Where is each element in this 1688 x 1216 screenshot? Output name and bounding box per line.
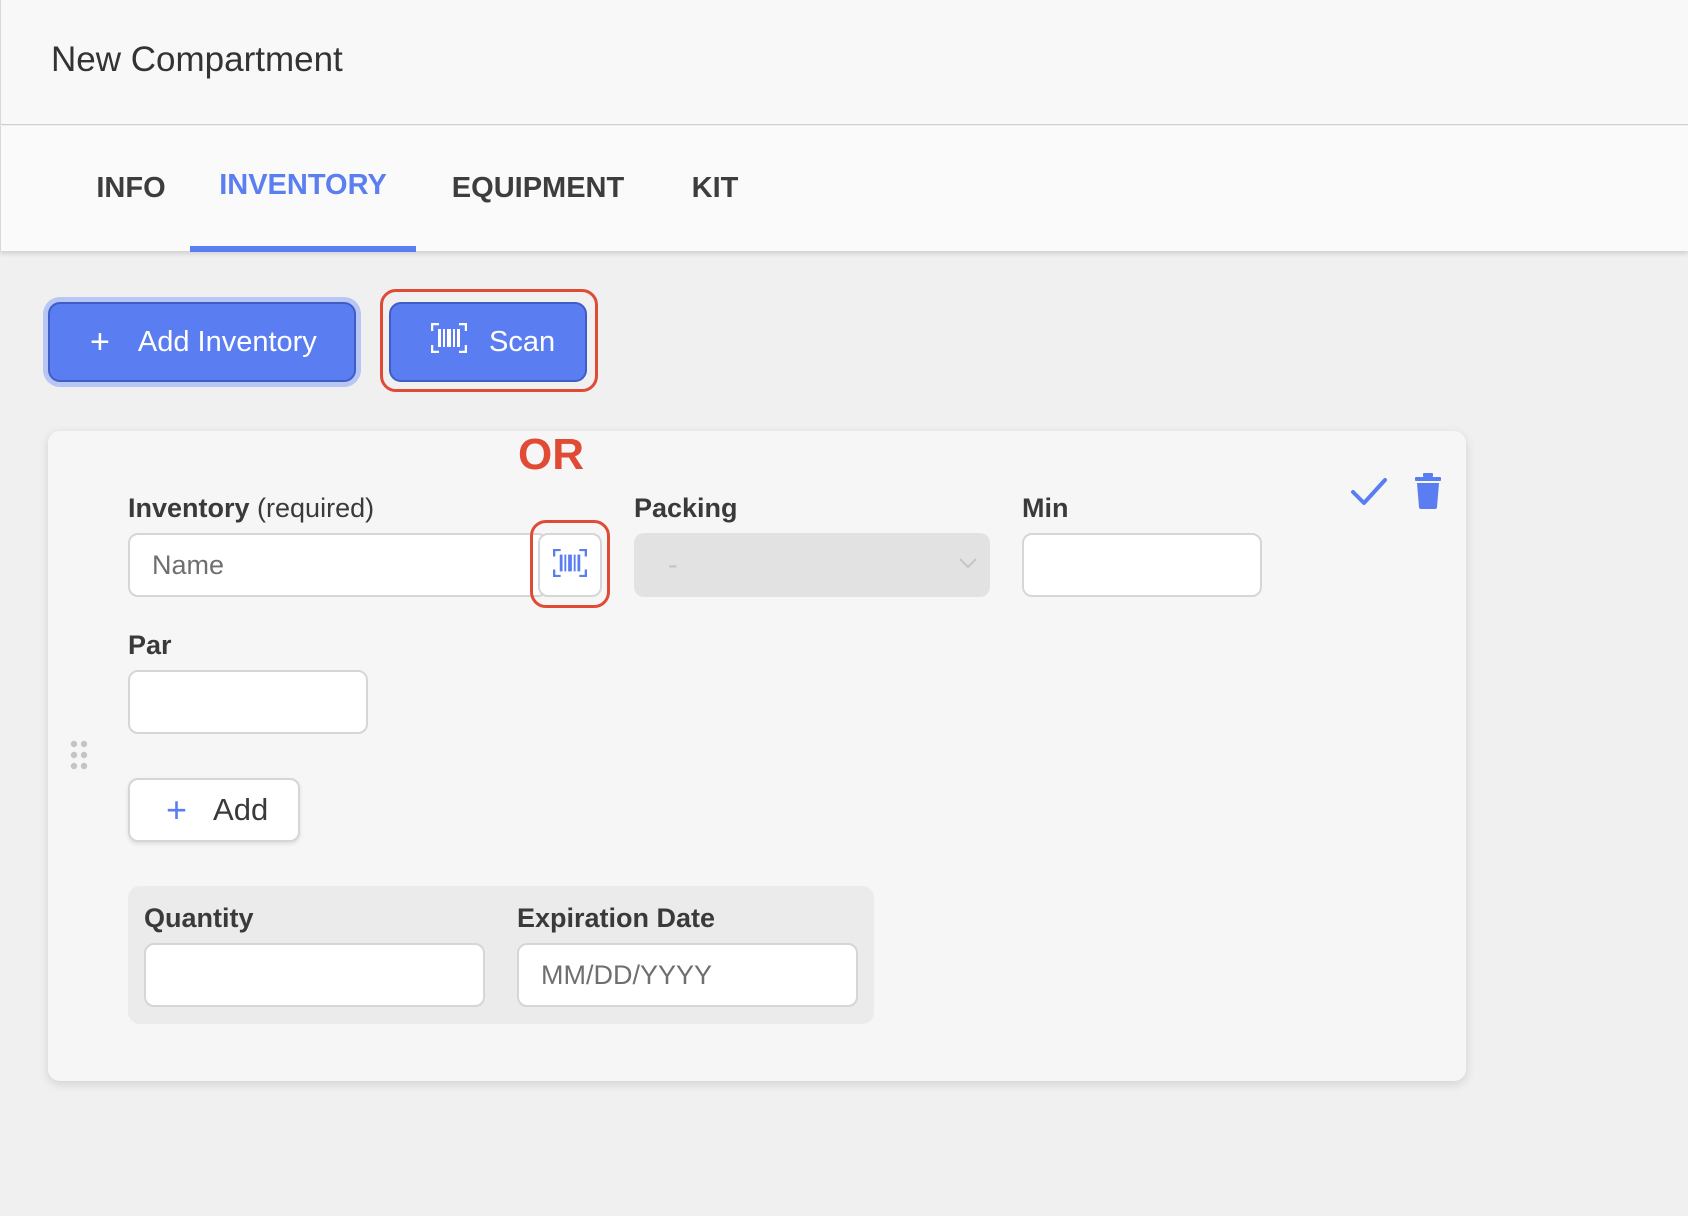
barcode-button-highlight — [530, 520, 610, 608]
packing-value: - — [668, 549, 678, 581]
expiration-date-input[interactable]: MM/DD/YYYY — [517, 943, 858, 1007]
expiration-date-placeholder: MM/DD/YYYY — [541, 959, 713, 990]
add-lot-label: Add — [213, 792, 269, 827]
packing-label: Packing — [634, 493, 738, 523]
tab-inventory[interactable]: INVENTORY — [190, 123, 416, 248]
par-input[interactable] — [128, 670, 368, 734]
quantity-input[interactable] — [144, 943, 485, 1007]
expiration-date-label: Expiration Date — [517, 903, 716, 933]
tab-equipment[interactable]: EQUIPMENT — [441, 126, 635, 251]
trash-icon[interactable] — [1414, 473, 1442, 513]
quantity-label: Quantity — [144, 903, 254, 933]
checkmark-icon[interactable] — [1350, 475, 1388, 511]
add-lot-button[interactable]: + Add — [128, 778, 300, 842]
page-title: New Compartment — [51, 40, 343, 79]
min-label: Min — [1022, 493, 1069, 523]
add-inventory-label: Add Inventory — [137, 325, 317, 358]
inventory-name-input[interactable]: Name — [128, 533, 548, 597]
tab-kit[interactable]: KIT — [675, 126, 755, 251]
inventory-label: Inventory (required) — [128, 493, 374, 524]
packing-select: - — [634, 533, 990, 597]
drag-handle-icon[interactable] — [70, 740, 90, 774]
scan-button-highlight — [380, 289, 598, 392]
tab-info[interactable]: INFO — [71, 126, 191, 251]
par-label: Par — [128, 630, 172, 660]
inventory-name-placeholder: Name — [152, 549, 225, 580]
chevron-down-icon — [956, 551, 980, 582]
tab-bar: INFO INVENTORY EQUIPMENT KIT — [0, 123, 1688, 252]
inventory-label-text: Inventory — [128, 493, 250, 523]
title-bar: New Compartment — [0, 0, 1688, 125]
required-hint: (required) — [257, 493, 375, 523]
active-tab-indicator — [190, 246, 416, 252]
plus-icon: + — [90, 322, 110, 361]
plus-icon: + — [166, 789, 188, 830]
add-inventory-button[interactable]: + Add Inventory — [48, 302, 356, 382]
min-input[interactable] — [1022, 533, 1262, 597]
or-annotation: OR — [518, 430, 584, 479]
